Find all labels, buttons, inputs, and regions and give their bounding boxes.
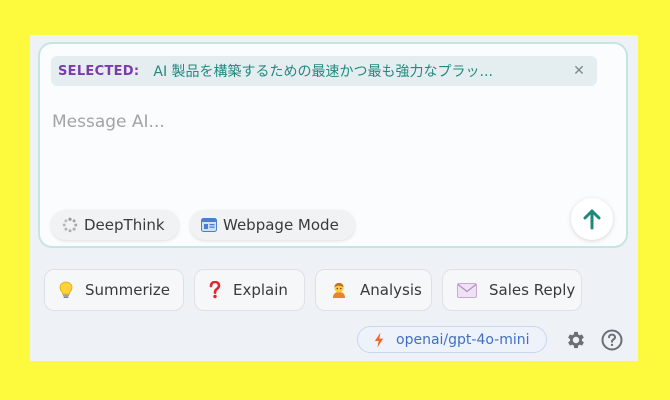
explain-button[interactable]: Explain [194,269,305,311]
summerize-button[interactable]: Summerize [44,269,184,311]
message-input[interactable] [50,106,574,138]
question-mark-icon [209,281,221,299]
selected-text-chip: SELECTED: AI 製品を構築するための最速かつ最も強力なプラッ... ✕ [51,56,597,86]
analysis-button[interactable]: Analysis [315,269,432,311]
deepthink-label: DeepThink [84,216,165,234]
sales-reply-label: Sales Reply [489,281,576,299]
model-label: openai/gpt-4o-mini [396,331,530,348]
lightning-icon [374,332,384,348]
webpage-mode-button[interactable]: Webpage Mode [190,210,355,240]
deepthink-button[interactable]: DeepThink [51,210,179,240]
browser-window-icon [201,218,217,232]
sales-reply-button[interactable]: Sales Reply [442,269,582,311]
summerize-label: Summerize [85,281,170,299]
close-icon[interactable]: ✕ [569,61,589,81]
chat-panel: SELECTED: AI 製品を構築するための最速かつ最も強力なプラッ... ✕ [30,35,638,361]
person-icon [330,281,348,299]
arrow-up-icon [583,209,601,230]
analysis-label: Analysis [360,281,422,299]
explain-label: Explain [233,281,288,299]
selected-label: SELECTED: [58,63,140,79]
help-icon[interactable] [600,328,624,352]
message-composer: SELECTED: AI 製品を構築するための最速かつ最も強力なプラッ... ✕ [38,42,628,248]
send-button[interactable] [571,198,613,240]
webpage-mode-label: Webpage Mode [223,216,339,234]
gear-icon[interactable] [564,328,588,352]
model-selector[interactable]: openai/gpt-4o-mini [357,326,547,353]
envelope-icon [457,282,477,298]
spinner-icon [62,217,78,233]
lightbulb-icon [59,281,73,299]
selected-text-preview: AI 製品を構築するための最速かつ最も強力なプラッ... [153,64,493,80]
